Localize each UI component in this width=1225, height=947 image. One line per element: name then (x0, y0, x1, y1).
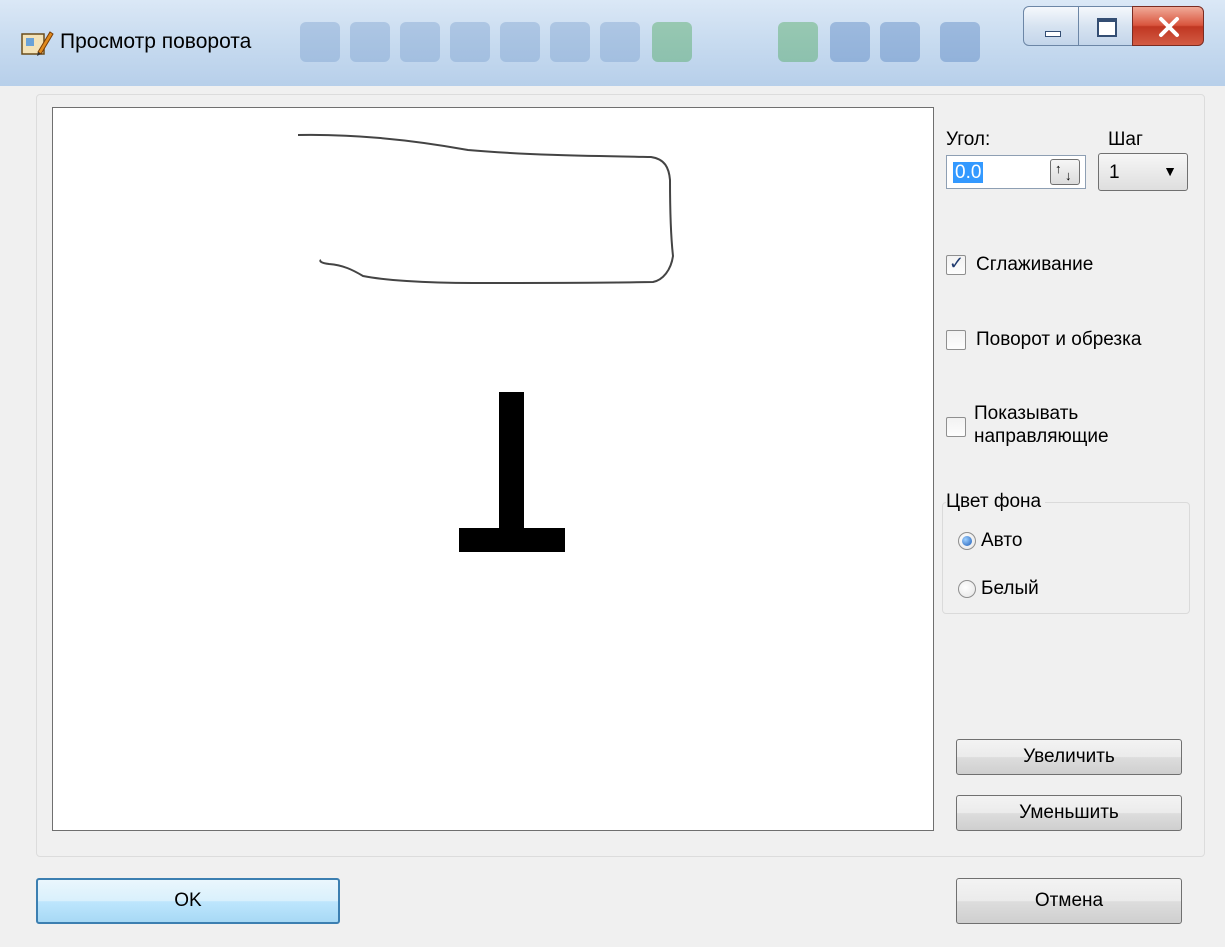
minimize-button[interactable] (1023, 6, 1079, 46)
rotation-preview-canvas[interactable] (52, 107, 934, 831)
rotate-preview-dialog: Просмотр поворота Угол: 0.0 ↑ ↓ Шаг 1 ▼ … (0, 0, 1225, 947)
angle-input[interactable]: 0.0 ↑ ↓ (946, 155, 1086, 189)
zoom-in-button[interactable]: Увеличить (956, 739, 1182, 775)
show-guides-checkbox[interactable] (946, 417, 966, 437)
zoom-out-button[interactable]: Уменьшить (956, 795, 1182, 831)
background-toolbar-icon (880, 22, 920, 62)
step-value: 1 (1109, 162, 1120, 183)
checkmark-icon: ✓ (949, 253, 965, 273)
background-toolbar-icon (550, 22, 590, 62)
maximize-icon (1097, 18, 1117, 37)
dialog-body: Угол: 0.0 ↑ ↓ Шаг 1 ▼ ✓ Сглаживание Пово… (8, 86, 1217, 941)
bg-auto-label[interactable]: Авто (981, 530, 1022, 552)
close-icon (1159, 17, 1179, 37)
arrow-down-icon: ↓ (1065, 168, 1072, 183)
arrow-up-icon: ↑ (1055, 161, 1062, 176)
background-color-group-label: Цвет фона (946, 491, 1046, 513)
background-toolbar-icon (830, 22, 870, 62)
background-toolbar-icon (400, 22, 440, 62)
rotate-edit-icon (21, 31, 54, 56)
minimize-icon (1045, 31, 1061, 37)
background-toolbar-icon (600, 22, 640, 62)
show-guides-label[interactable]: Показывать направляющие (974, 402, 1109, 448)
bg-auto-radio[interactable] (958, 532, 976, 550)
hand-drawn-outline (297, 133, 675, 285)
bg-white-label[interactable]: Белый (981, 578, 1039, 600)
show-guides-label-line1: Показывать (974, 403, 1079, 424)
smoothing-checkbox[interactable]: ✓ (946, 253, 966, 275)
t-shape-stem (499, 392, 524, 535)
background-toolbar-icon (300, 22, 340, 62)
bg-white-radio[interactable] (958, 580, 976, 598)
smoothing-label[interactable]: Сглаживание (976, 254, 1093, 276)
background-toolbar-icon (450, 22, 490, 62)
cancel-button[interactable]: Отмена (956, 878, 1182, 924)
background-toolbar-icon (652, 22, 692, 62)
background-toolbar-icon (940, 22, 980, 62)
angle-value: 0.0 (953, 162, 984, 183)
angle-spinner[interactable]: ↑ ↓ (1050, 159, 1080, 185)
rotate-crop-checkbox[interactable] (946, 330, 966, 350)
step-label: Шаг (1108, 129, 1143, 150)
angle-label: Угол: (946, 129, 991, 150)
radio-selected-dot (962, 536, 972, 546)
rotate-crop-label[interactable]: Поворот и обрезка (976, 329, 1141, 351)
background-toolbar-icon (500, 22, 540, 62)
preview-image (297, 133, 675, 552)
title-bar[interactable]: Просмотр поворота (0, 0, 1225, 86)
step-dropdown[interactable]: 1 ▼ (1098, 153, 1188, 191)
background-color-group (942, 502, 1190, 614)
maximize-button[interactable] (1078, 6, 1133, 46)
background-toolbar-icon (350, 22, 390, 62)
chevron-down-icon: ▼ (1163, 163, 1177, 179)
background-toolbar-icon (778, 22, 818, 62)
close-button[interactable] (1132, 6, 1204, 46)
show-guides-label-line2: направляющие (974, 426, 1109, 447)
t-shape-base (459, 528, 565, 552)
window-title: Просмотр поворота (60, 30, 252, 53)
ok-button[interactable]: OK (36, 878, 340, 924)
